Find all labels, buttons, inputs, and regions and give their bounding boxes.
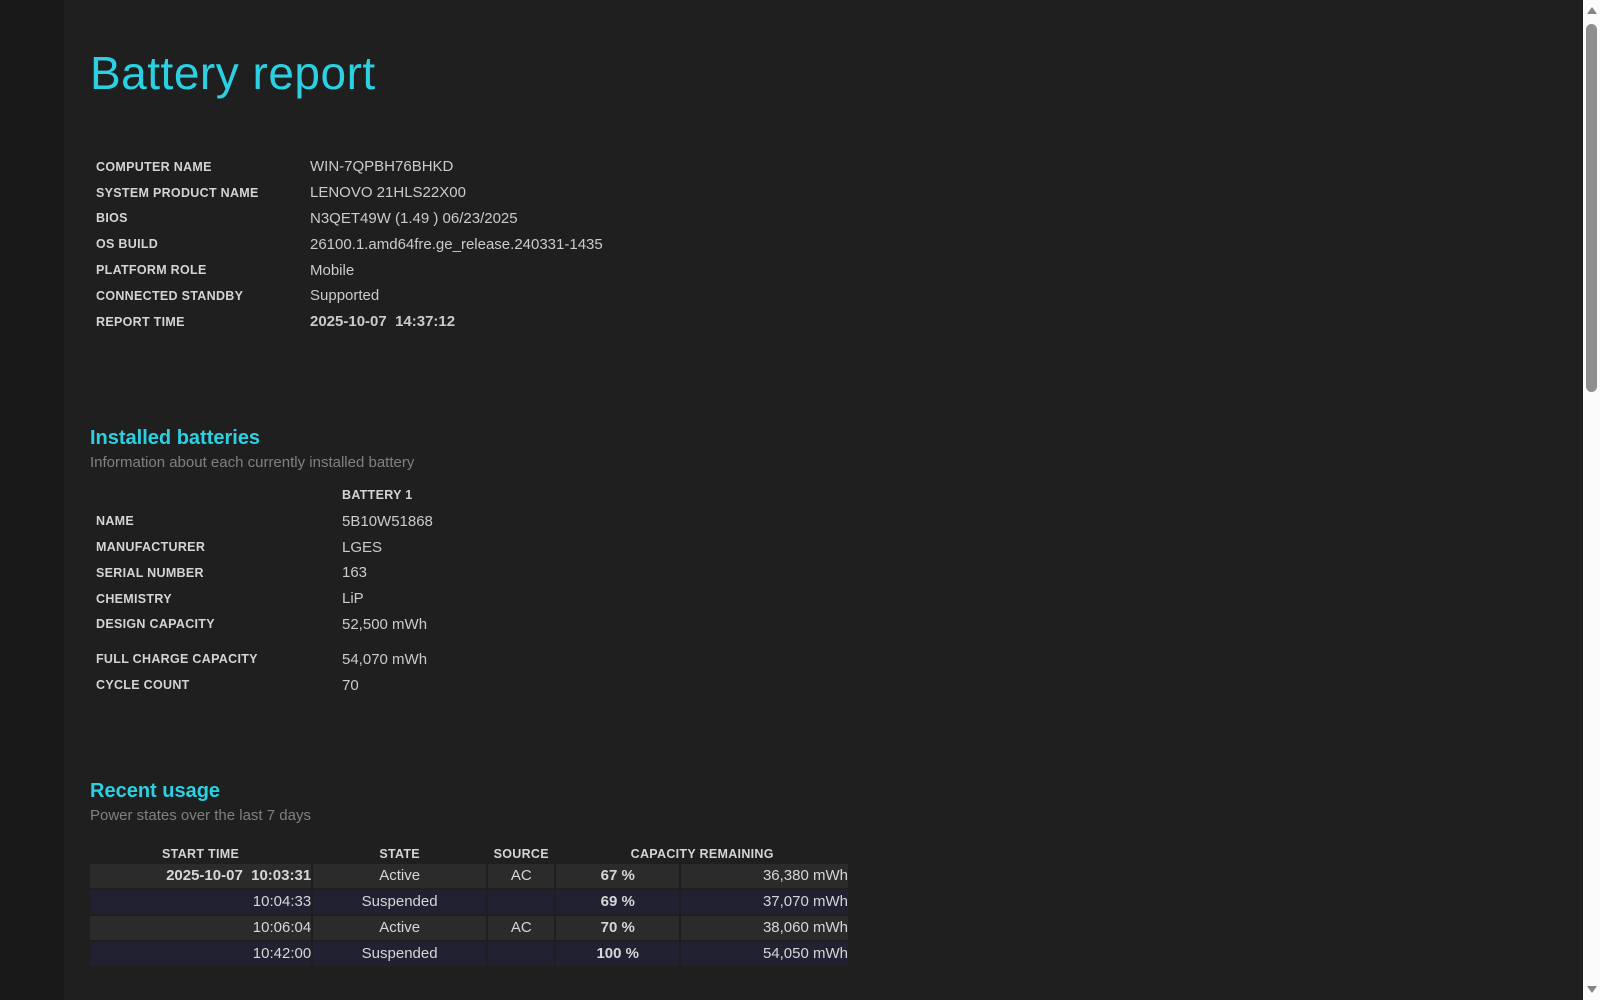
usage-cell-start-time: 10:04:33 [90, 889, 312, 914]
usage-cell-percent: 67 % [556, 863, 680, 888]
battery-info-row-value: 70 [342, 676, 359, 694]
battery-info-row: DESIGN CAPACITY 52,500 mWh [96, 612, 433, 638]
battery-info-row-value: 52,500 mWh [342, 615, 428, 633]
scrollbar-thumb[interactable] [1586, 24, 1597, 392]
usage-cell-percent: 70 % [556, 915, 680, 940]
battery-info-row: NAME 5B10W51868 [96, 508, 433, 534]
scrollbar-up-icon[interactable] [1586, 7, 1597, 14]
usage-header-row: START TIME STATE SOURCE CAPACITY REMAINING [90, 846, 848, 862]
usage-row: 10:06:04 Active AC 70 % 38,060 mWh [90, 915, 848, 940]
battery-info-row-value: 5B10W51868 [342, 512, 433, 530]
system-info-row-label: REPORT TIME [96, 314, 185, 329]
scrollbar-down-icon[interactable] [1586, 986, 1597, 993]
battery-info-row: SERIAL NUMBER 163 [96, 560, 433, 586]
usage-column-header-state: STATE [379, 846, 420, 861]
system-info-row-value: 2025-10-07 14:37:12 [310, 313, 456, 331]
system-info-row: OS BUILD 26100.1.amd64fre.ge_release.2403… [96, 231, 603, 257]
usage-cell-percent: 100 % [556, 941, 680, 966]
battery-header-row: BATTERY 1 [96, 483, 433, 509]
battery-info-row-label: SERIAL NUMBER [96, 565, 204, 580]
system-info-table: COMPUTER NAME WIN-7QPBH76BHKD SYSTEM PRODU… [96, 154, 603, 335]
system-info-row-label: PLATFORM ROLE [96, 263, 207, 278]
usage-cell-mwh: 54,050 mWh [681, 941, 848, 966]
usage-row: 10:04:33 Suspended 69 % 37,070 mWh [90, 889, 848, 914]
usage-cell-start-time: 2025-10-07 10:03:31 [90, 863, 312, 888]
usage-column-header-source: SOURCE [493, 846, 549, 861]
usage-cell-source [488, 889, 555, 914]
page-title: Battery report [90, 47, 376, 99]
usage-cell-mwh: 36,380 mWh [681, 863, 848, 888]
usage-cell-mwh: 38,060 mWh [681, 915, 848, 940]
system-info-row-label: CONNECTED STANDBY [96, 288, 244, 303]
system-info-row-value: Mobile [310, 261, 355, 279]
usage-cell-source [488, 941, 555, 966]
usage-row: 2025-10-07 10:03:31 Active AC 67 % 36,380 mW… [90, 863, 848, 888]
battery-info-row-label: CYCLE COUNT [96, 678, 190, 693]
usage-cell-percent: 69 % [556, 889, 680, 914]
system-info-row: PLATFORM ROLE Mobile [96, 257, 603, 283]
battery-info-row-value: LiP [342, 590, 364, 608]
battery-info-row-label: FULL CHARGE CAPACITY [96, 652, 258, 667]
system-info-row: SYSTEM PRODUCT NAME LENOVO 21HLS22X00 [96, 180, 603, 206]
usage-cell-source: AC [488, 863, 555, 888]
battery-info-row-label: NAME [96, 514, 135, 529]
usage-cell-start-time: 10:42:00 [90, 941, 312, 966]
battery-info-row: CYCLE COUNT 70 [96, 672, 433, 698]
usage-cell-source: AC [488, 915, 555, 940]
battery-info-row: CHEMISTRY LiP [96, 586, 433, 612]
recent-usage-section: Recent usage Power states over the last … [64, 780, 1583, 968]
battery-header-spacer [96, 483, 342, 509]
battery-info-row-value: 54,070 mWh [342, 650, 428, 668]
system-info-row-label: COMPUTER NAME [96, 159, 212, 174]
installed-batteries-section: Installed batteries Information about ea… [64, 427, 1583, 698]
system-info-row-value: 26100.1.amd64fre.ge_release.240331-1435 [310, 235, 603, 253]
usage-cell-state: Active [313, 863, 487, 888]
system-info-row: COMPUTER NAME WIN-7QPBH76BHKD [96, 154, 603, 180]
battery-info-row-value: 163 [342, 564, 368, 582]
usage-cell-start-time: 10:06:04 [90, 915, 312, 940]
system-info-row-value: WIN-7QPBH76BHKD [310, 158, 454, 176]
usage-cell-state: Suspended [313, 941, 487, 966]
system-info-row-label: BIOS [96, 211, 128, 226]
usage-column-header-start-time: START TIME [162, 846, 240, 861]
system-info-row-value: N3QET49W (1.49 ) 06/23/2025 [310, 209, 518, 227]
usage-cell-state: Active [313, 915, 487, 940]
battery-report-page: Battery report COMPUTER NAME WIN-7QPBH76B… [64, 0, 1583, 1000]
system-info-row-value: Supported [310, 287, 380, 305]
recent-usage-subtitle: Power states over the last 7 days [90, 806, 311, 824]
usage-cell-state: Suspended [313, 889, 487, 914]
system-info-row-label: OS BUILD [96, 237, 159, 252]
system-info-row-value: LENOVO 21HLS22X00 [310, 184, 466, 202]
battery-info-row: FULL CHARGE CAPACITY 54,070 mWh [96, 637, 433, 672]
installed-batteries-subtitle: Information about each currently install… [90, 453, 415, 471]
installed-batteries-table: BATTERY 1 NAME 5B10W51868 MANUFACTURER LGES… [96, 483, 433, 698]
system-info-row: BIOS N3QET49W (1.49 ) 06/23/2025 [96, 206, 603, 232]
recent-usage-table: START TIME STATE SOURCE CAPACITY REMAINING … [88, 844, 850, 968]
system-info-row: CONNECTED STANDBY Supported [96, 283, 603, 309]
usage-cell-mwh: 37,070 mWh [681, 889, 848, 914]
recent-usage-heading: Recent usage [90, 779, 221, 802]
system-info-row: REPORT TIME 2025-10-07 14:37:12 [96, 309, 603, 335]
battery-info-row-value: LGES [342, 538, 383, 556]
usage-column-header-capacity-remaining: CAPACITY REMAINING [630, 846, 774, 861]
battery-info-row: MANUFACTURER LGES [96, 534, 433, 560]
battery-info-row-label: DESIGN CAPACITY [96, 617, 215, 632]
battery-column-header: BATTERY 1 [342, 488, 413, 503]
installed-batteries-heading: Installed batteries [90, 426, 261, 449]
battery-info-row-label: MANUFACTURER [96, 540, 206, 555]
battery-info-row-label: CHEMISTRY [96, 591, 172, 606]
system-info-row-label: SYSTEM PRODUCT NAME [96, 185, 259, 200]
usage-row: 10:42:00 Suspended 100 % 54,050 mWh [90, 941, 848, 966]
scrollbar[interactable] [1583, 0, 1600, 1000]
